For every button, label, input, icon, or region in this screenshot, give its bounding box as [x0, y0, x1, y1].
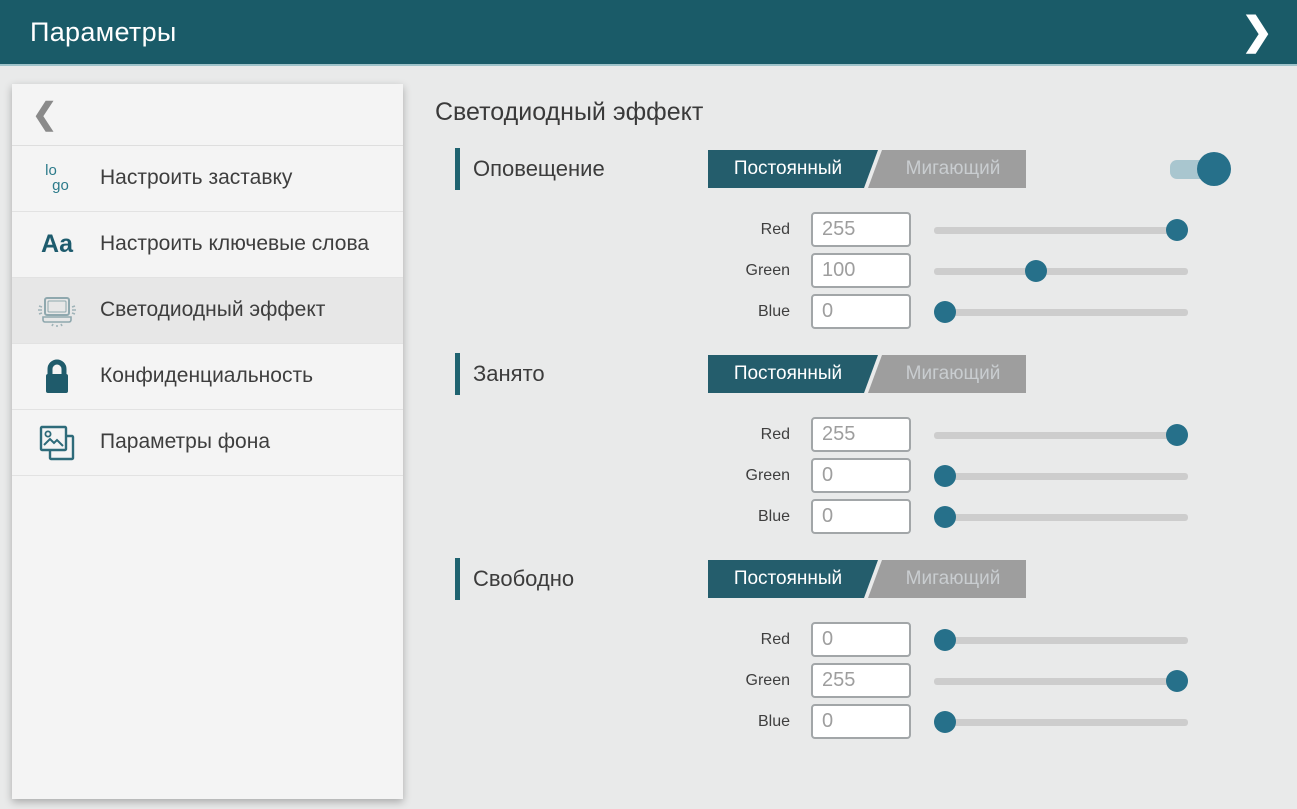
mode-solid-button[interactable]: Постоянный	[708, 560, 878, 598]
green-label: Green	[435, 467, 790, 485]
led-effect-panel: Светодиодный эффект Оповещение Постоянны…	[435, 84, 1297, 762]
sidebar-item-label: Настроить ключевые слова	[100, 231, 369, 257]
background-images-icon	[34, 422, 80, 464]
red-label: Red	[435, 221, 790, 239]
section-label: Свободно	[473, 566, 708, 592]
led-section-busy: Занято Постоянный Мигающий Red Green	[435, 352, 1297, 537]
blue-slider[interactable]	[934, 711, 1188, 733]
page-title: Параметры	[30, 17, 177, 48]
green-label: Green	[435, 262, 790, 280]
red-row: Red	[435, 209, 1297, 250]
app-header: Параметры ❯	[0, 0, 1297, 66]
mode-segmented-control: Постоянный Мигающий	[708, 355, 1026, 393]
blue-label: Blue	[435, 303, 790, 321]
mode-blinking-button[interactable]: Мигающий	[868, 560, 1026, 598]
slider-thumb[interactable]	[1166, 424, 1188, 446]
blue-value-input[interactable]	[811, 294, 911, 329]
green-row: Green	[435, 250, 1297, 291]
back-chevron-icon: ❮	[32, 97, 57, 132]
slider-thumb[interactable]	[934, 711, 956, 733]
blue-label: Blue	[435, 713, 790, 731]
accent-bar	[455, 148, 460, 190]
slider-thumb[interactable]	[1166, 219, 1188, 241]
blue-slider[interactable]	[934, 301, 1188, 323]
notification-power-toggle[interactable]	[1170, 152, 1225, 186]
sidebar-item-label: Конфиденциальность	[100, 363, 313, 389]
blue-row: Blue	[435, 701, 1297, 742]
blue-value-input[interactable]	[811, 704, 911, 739]
settings-sidebar: ❮ logo Настроить заставку Aa Настроить к…	[12, 84, 403, 799]
red-row: Red	[435, 619, 1297, 660]
blue-value-input[interactable]	[811, 499, 911, 534]
mode-segmented-control: Постоянный Мигающий	[708, 560, 1026, 598]
red-value-input[interactable]	[811, 417, 911, 452]
forward-chevron-icon[interactable]: ❯	[1241, 13, 1273, 51]
toggle-knob	[1197, 152, 1231, 186]
led-section-free: Свободно Постоянный Мигающий Red Green	[435, 557, 1297, 742]
slider-thumb[interactable]	[934, 629, 956, 651]
sidebar-item-label: Светодиодный эффект	[100, 297, 325, 323]
green-slider[interactable]	[934, 670, 1188, 692]
green-row: Green	[435, 455, 1297, 496]
section-label: Занято	[473, 361, 708, 387]
red-row: Red	[435, 414, 1297, 455]
sidebar-item-screensaver[interactable]: logo Настроить заставку	[12, 146, 403, 212]
blue-label: Blue	[435, 508, 790, 526]
sidebar-item-led-effect[interactable]: Светодиодный эффект	[12, 278, 403, 344]
blue-row: Blue	[435, 291, 1297, 332]
green-value-input[interactable]	[811, 458, 911, 493]
sidebar-item-label: Настроить заставку	[100, 165, 292, 191]
accent-bar	[455, 558, 460, 600]
lock-icon	[34, 357, 80, 397]
red-value-input[interactable]	[811, 622, 911, 657]
sidebar-collapse-button[interactable]: ❮	[12, 84, 403, 146]
slider-thumb[interactable]	[934, 506, 956, 528]
red-value-input[interactable]	[811, 212, 911, 247]
mode-segmented-control: Постоянный Мигающий	[708, 150, 1026, 188]
blue-row: Blue	[435, 496, 1297, 537]
sidebar-item-privacy[interactable]: Конфиденциальность	[12, 344, 403, 410]
mode-blinking-button[interactable]: Мигающий	[868, 150, 1026, 188]
mode-blinking-button[interactable]: Мигающий	[868, 355, 1026, 393]
green-slider[interactable]	[934, 465, 1188, 487]
sidebar-item-background[interactable]: Параметры фона	[12, 410, 403, 476]
section-label: Оповещение	[473, 156, 708, 182]
led-monitor-icon	[34, 292, 80, 330]
slider-thumb[interactable]	[934, 465, 956, 487]
sidebar-item-keywords[interactable]: Aa Настроить ключевые слова	[12, 212, 403, 278]
sidebar-item-label: Параметры фона	[100, 429, 270, 455]
green-value-input[interactable]	[811, 663, 911, 698]
keywords-icon: Aa	[34, 230, 80, 259]
red-slider[interactable]	[934, 629, 1188, 651]
led-section-notification: Оповещение Постоянный Мигающий Red Green	[435, 147, 1297, 332]
mode-solid-button[interactable]: Постоянный	[708, 150, 878, 188]
accent-bar	[455, 353, 460, 395]
green-value-input[interactable]	[811, 253, 911, 288]
logo-icon: logo	[34, 164, 80, 193]
green-slider[interactable]	[934, 260, 1188, 282]
blue-slider[interactable]	[934, 506, 1188, 528]
red-label: Red	[435, 426, 790, 444]
slider-thumb[interactable]	[1166, 670, 1188, 692]
slider-thumb[interactable]	[934, 301, 956, 323]
green-row: Green	[435, 660, 1297, 701]
slider-thumb[interactable]	[1025, 260, 1047, 282]
red-slider[interactable]	[934, 219, 1188, 241]
mode-solid-button[interactable]: Постоянный	[708, 355, 878, 393]
section-title: Светодиодный эффект	[435, 98, 1297, 127]
red-label: Red	[435, 631, 790, 649]
red-slider[interactable]	[934, 424, 1188, 446]
green-label: Green	[435, 672, 790, 690]
